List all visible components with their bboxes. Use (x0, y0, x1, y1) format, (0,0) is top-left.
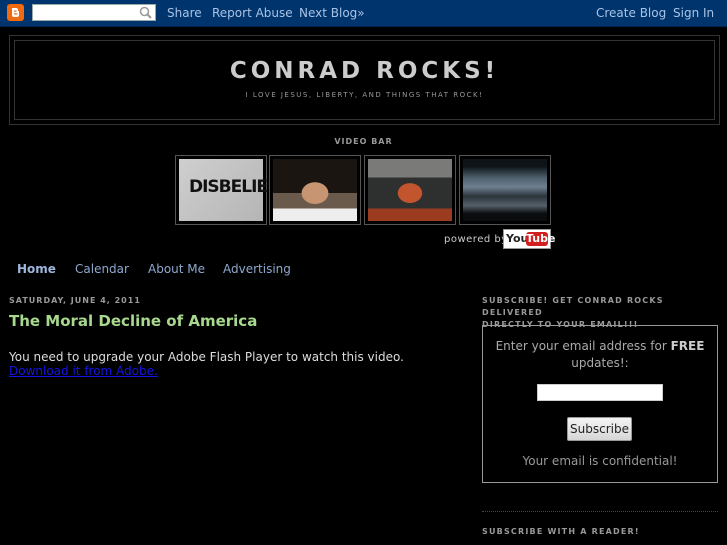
navbar-search (32, 4, 156, 25)
prompt-text: Enter your email address for (495, 339, 671, 353)
tab-calendar[interactable]: Calendar (75, 262, 129, 276)
video-thumbnail-image: DISBELIEF (179, 159, 279, 221)
video-thumbnail[interactable] (269, 155, 361, 225)
youtube-logo-tube: Tube (526, 232, 556, 246)
navbar-search-input[interactable] (33, 9, 141, 25)
post-date: SATURDAY, JUNE 4, 2011 (9, 296, 141, 305)
share-link[interactable]: Share (167, 6, 202, 20)
tab-home[interactable]: Home (17, 262, 56, 276)
tab-advertising[interactable]: Advertising (223, 262, 291, 276)
subscribe-heading-line: SUBSCRIBE! GET CONRAD ROCKS DELIVERED (482, 296, 664, 317)
reader-heading: SUBSCRIBE WITH A READER! (482, 527, 640, 536)
email-subscribe-box: Enter your email address for FREE update… (482, 325, 718, 483)
video-thumbnail-image (273, 159, 357, 221)
blog-header: CONRAD ROCKS! I LOVE JESUS, LIBERTY, AND… (14, 40, 715, 120)
powered-by-label: powered by (444, 234, 508, 245)
tab-about-me[interactable]: About Me (148, 262, 205, 276)
search-icon[interactable] (139, 6, 152, 19)
youtube-logo-you: You (506, 232, 529, 245)
video-thumbnail-image (368, 159, 452, 221)
next-blog-link[interactable]: Next Blog» (299, 6, 365, 20)
blogger-logo-icon[interactable] (7, 4, 24, 21)
blog-description: I LOVE JESUS, LIBERTY, AND THINGS THAT R… (245, 91, 484, 99)
video-thumbnail-image (463, 159, 547, 221)
video-thumbnail[interactable] (459, 155, 551, 225)
blog-title[interactable]: CONRAD ROCKS! (15, 58, 714, 84)
report-abuse-link[interactable]: Report Abuse (212, 6, 293, 20)
video-thumbnail[interactable]: DISBELIEF (175, 155, 279, 225)
download-adobe-link[interactable]: Download it from Adobe. (9, 364, 158, 378)
subscribe-prompt: Enter your email address for FREE update… (493, 338, 707, 372)
prompt-free: FREE (670, 339, 705, 353)
sidebar-divider (482, 511, 718, 512)
post-title[interactable]: The Moral Decline of America (9, 312, 257, 330)
email-field[interactable] (537, 384, 663, 401)
flash-upgrade-message: You need to upgrade your Adobe Flash Pla… (9, 350, 404, 364)
create-blog-link[interactable]: Create Blog (596, 6, 666, 20)
youtube-logo[interactable]: You Tube (503, 229, 556, 249)
subscribe-button[interactable]: Subscribe (567, 417, 632, 441)
video-bar-title: VIDEO BAR (334, 137, 393, 146)
video-thumbnail[interactable] (364, 155, 456, 225)
blogger-navbar: Share Report Abuse Next Blog» Create Blo… (0, 0, 727, 27)
sign-in-link[interactable]: Sign In (673, 6, 714, 20)
prompt-text: updates!: (571, 356, 629, 370)
confidential-note: Your email is confidential! (522, 454, 678, 468)
